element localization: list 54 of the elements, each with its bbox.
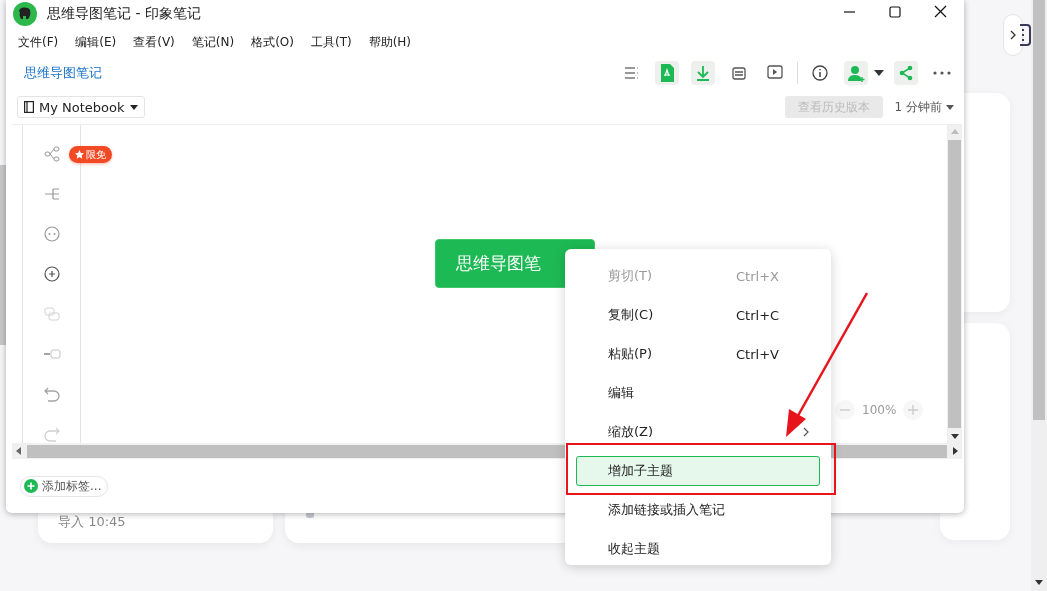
window-title: 思维导图笔记 - 印象笔记 (47, 5, 201, 23)
scroll-up-icon[interactable] (950, 129, 959, 134)
emoji-icon[interactable] (42, 225, 61, 243)
undo-icon[interactable] (42, 385, 61, 403)
redo-icon[interactable] (42, 425, 61, 443)
menu-item[interactable]: 帮助(H) (368, 33, 412, 51)
zoom-in-icon[interactable] (902, 399, 925, 421)
menu-item[interactable]: 编辑(E) (75, 33, 117, 51)
menu-item[interactable]: 笔记(N) (191, 33, 235, 51)
add-tag-button[interactable]: 添加标签... (20, 475, 109, 497)
document-icon (1019, 24, 1031, 46)
zoom-level: 100% (862, 403, 897, 417)
star-icon (75, 150, 84, 159)
badge-text: 限免 (86, 147, 106, 162)
menu-item[interactable]: 查看(V) (133, 33, 175, 51)
expand-button[interactable] (1003, 14, 1023, 56)
menu-item[interactable]: 复制(C) Ctrl+C (576, 300, 820, 330)
add-icon (24, 479, 38, 493)
mind-map-icon[interactable] (42, 145, 61, 163)
sibling-icon[interactable] (42, 305, 61, 323)
notebook-icon (24, 101, 34, 113)
pdf-icon[interactable] (655, 61, 679, 85)
scrollbar[interactable] (0, 165, 6, 345)
branch-icon[interactable] (42, 185, 61, 203)
caret-icon (129, 104, 138, 110)
scroll-right-icon[interactable] (953, 447, 958, 455)
menu-item[interactable]: 收起主题 (576, 534, 820, 564)
add-icon[interactable] (42, 265, 61, 283)
share-icon[interactable] (894, 61, 918, 85)
menu-item[interactable]: 增加子主题 (576, 456, 820, 486)
notebook-selector[interactable]: My Notebook (17, 96, 145, 118)
menu-item[interactable]: 编辑 (576, 378, 820, 408)
add-user-icon[interactable] (844, 61, 868, 85)
menu-item[interactable]: 文件(F) (18, 33, 59, 51)
zoom-out-icon[interactable] (834, 399, 856, 421)
scrollbar[interactable] (947, 125, 962, 443)
menu-item[interactable]: 格式(O) (251, 33, 294, 51)
caret-icon[interactable] (874, 70, 884, 76)
scroll-down-icon[interactable] (950, 434, 959, 439)
elephant-icon (13, 2, 37, 26)
caret-icon[interactable] (946, 104, 954, 110)
chevron-right-icon (803, 427, 809, 437)
scroll-left-icon[interactable] (16, 447, 21, 455)
scroll-down-icon[interactable] (1035, 580, 1043, 585)
chevron-right-icon (1009, 29, 1017, 41)
saved-time[interactable]: 1 分钟前 (894, 98, 942, 116)
menu-item[interactable]: 缩放(Z) (576, 417, 820, 447)
download-icon[interactable] (691, 61, 715, 85)
breadcrumb-link[interactable]: 思维导图笔记 (24, 64, 102, 82)
menu-item[interactable]: 工具(T) (310, 33, 352, 51)
menu-item[interactable]: 添加链接或插入笔记 (576, 495, 820, 525)
menu-item[interactable]: 粘贴(P) Ctrl+V (576, 339, 820, 369)
card-time: 导入 10:45 (58, 513, 126, 531)
scrollbar[interactable] (1031, 0, 1047, 591)
